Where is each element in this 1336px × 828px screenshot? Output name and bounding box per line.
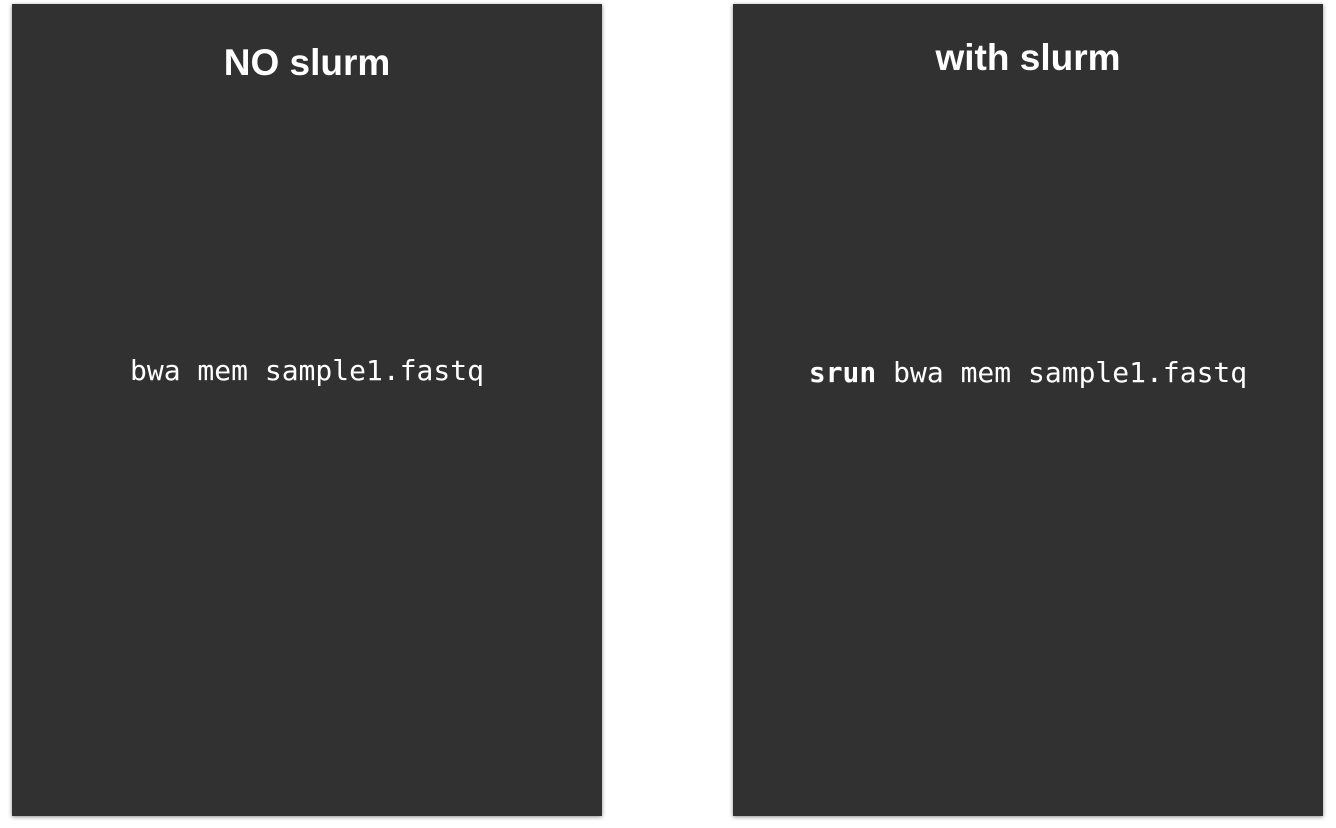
command-text: bwa mem sample1.fastq bbox=[893, 356, 1248, 389]
panel-title-with-slurm: with slurm bbox=[935, 37, 1121, 78]
command-no-slurm: bwa mem sample1.fastq bbox=[12, 357, 602, 385]
command-with-slurm: srun bwa mem sample1.fastq bbox=[733, 359, 1323, 387]
with-slurm-panel: with slurm srun bwa mem sample1.fastq bbox=[733, 4, 1323, 816]
panel-title-no-slurm: NO slurm bbox=[223, 42, 391, 83]
srun-keyword: srun bbox=[808, 356, 877, 389]
no-slurm-panel: NO slurm bwa mem sample1.fastq bbox=[12, 4, 602, 816]
command-text: bwa mem sample1.fastq bbox=[129, 354, 484, 387]
